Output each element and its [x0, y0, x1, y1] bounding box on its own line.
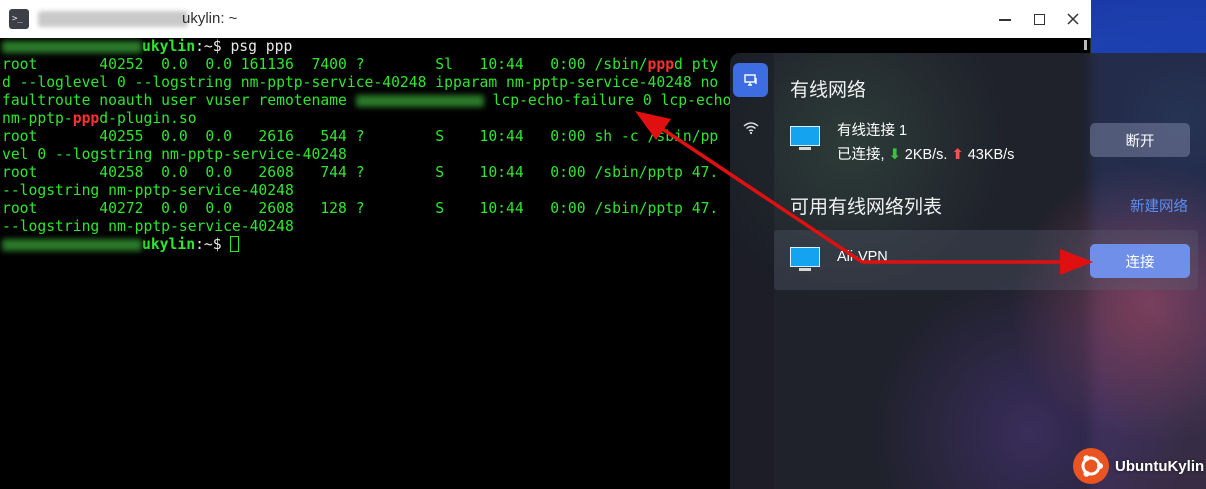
redacted-remote-ip — [355, 95, 484, 107]
upload-arrow-icon: ⬆ — [951, 147, 964, 163]
output-text: vel 0 --logstring nm-pptp-service-40248 — [2, 146, 347, 163]
scrollbar[interactable] — [1084, 40, 1087, 50]
minimize-button[interactable] — [994, 8, 1016, 30]
output-text: d pty — [674, 56, 719, 73]
terminal-titlebar[interactable]: >_ ukylin: ~ — [0, 0, 1091, 38]
prompt-command: psg ppp — [230, 38, 293, 55]
wired-network-icon — [743, 74, 757, 86]
highlight-match: ppp — [72, 110, 100, 127]
upload-rate: 43KB/s — [967, 147, 1015, 163]
output-text: nm-pptp- — [2, 110, 73, 127]
download-rate: 2KB/s. — [904, 147, 948, 163]
redacted-username — [2, 239, 142, 251]
prompt-host: ukylin — [142, 236, 196, 253]
prompt-suffix: :~$ — [195, 236, 231, 253]
window-title: ukylin: ~ — [182, 10, 238, 27]
wifi-network-tab[interactable] — [733, 111, 768, 145]
status-text: 已连接, — [837, 147, 885, 163]
computer-icon — [790, 126, 820, 150]
highlight-match: ppp — [647, 56, 675, 73]
watermark-text: UbuntuKylin — [1115, 457, 1205, 475]
text-cursor — [230, 236, 240, 252]
output-text: root 40252 0.0 0.0 161136 7400 ? Sl 10:4… — [2, 56, 648, 73]
output-text: d --loglevel 0 --logstring nm-pptp-servi… — [2, 74, 719, 91]
disconnect-button[interactable]: 断开 — [1090, 123, 1190, 157]
computer-icon — [790, 247, 820, 271]
output-text: --logstring nm-pptp-service-40248 — [2, 218, 294, 235]
output-text: root 40258 0.0 0.0 2608 744 ? S 10:44 0:… — [2, 164, 719, 181]
prompt-suffix: :~$ — [195, 38, 231, 55]
output-text: d-plugin.so — [99, 110, 197, 127]
output-text: --logstring nm-pptp-service-40248 — [2, 182, 294, 199]
close-icon — [1067, 13, 1079, 25]
terminal-app-icon: >_ — [9, 9, 29, 29]
close-button[interactable] — [1062, 8, 1084, 30]
wired-network-tab[interactable] — [733, 63, 768, 97]
redacted-title-region — [38, 11, 188, 27]
download-arrow-icon: ⬇ — [888, 147, 901, 163]
connection-name: 有线连接 1 — [837, 123, 908, 139]
watermark: UbuntuKylin — [1072, 447, 1204, 485]
output-text: faultroute noauth user vuser remotename — [2, 92, 356, 109]
output-text: root 40272 0.0 0.0 2608 128 ? S 10:44 0:… — [2, 200, 719, 217]
connect-button[interactable]: 连接 — [1090, 244, 1190, 278]
output-text: lcp-echo-failure 0 lcp-echo — [483, 92, 732, 109]
network-type-sidebar — [730, 53, 774, 489]
wifi-icon — [743, 122, 758, 135]
maximize-button[interactable] — [1028, 8, 1050, 30]
network-panel: 有线网络 有线连接 1 已连接, ⬇ 2KB/s. ⬆ 43KB/s 断开 可用… — [730, 53, 1206, 489]
new-network-link[interactable]: 新建网络 — [1130, 195, 1188, 216]
ubuntu-logo-icon — [1073, 448, 1109, 484]
prompt-host: ukylin — [142, 38, 196, 55]
connection-status: 已连接, ⬇ 2KB/s. ⬆ 43KB/s — [837, 143, 1014, 164]
redacted-username — [2, 41, 142, 53]
network-name: Ali-VPN — [837, 249, 888, 265]
wired-network-title: 有线网络 — [790, 80, 867, 101]
available-networks-title: 可用有线网络列表 — [790, 197, 943, 218]
output-text: root 40255 0.0 0.0 2616 544 ? S 10:44 0:… — [2, 128, 719, 145]
